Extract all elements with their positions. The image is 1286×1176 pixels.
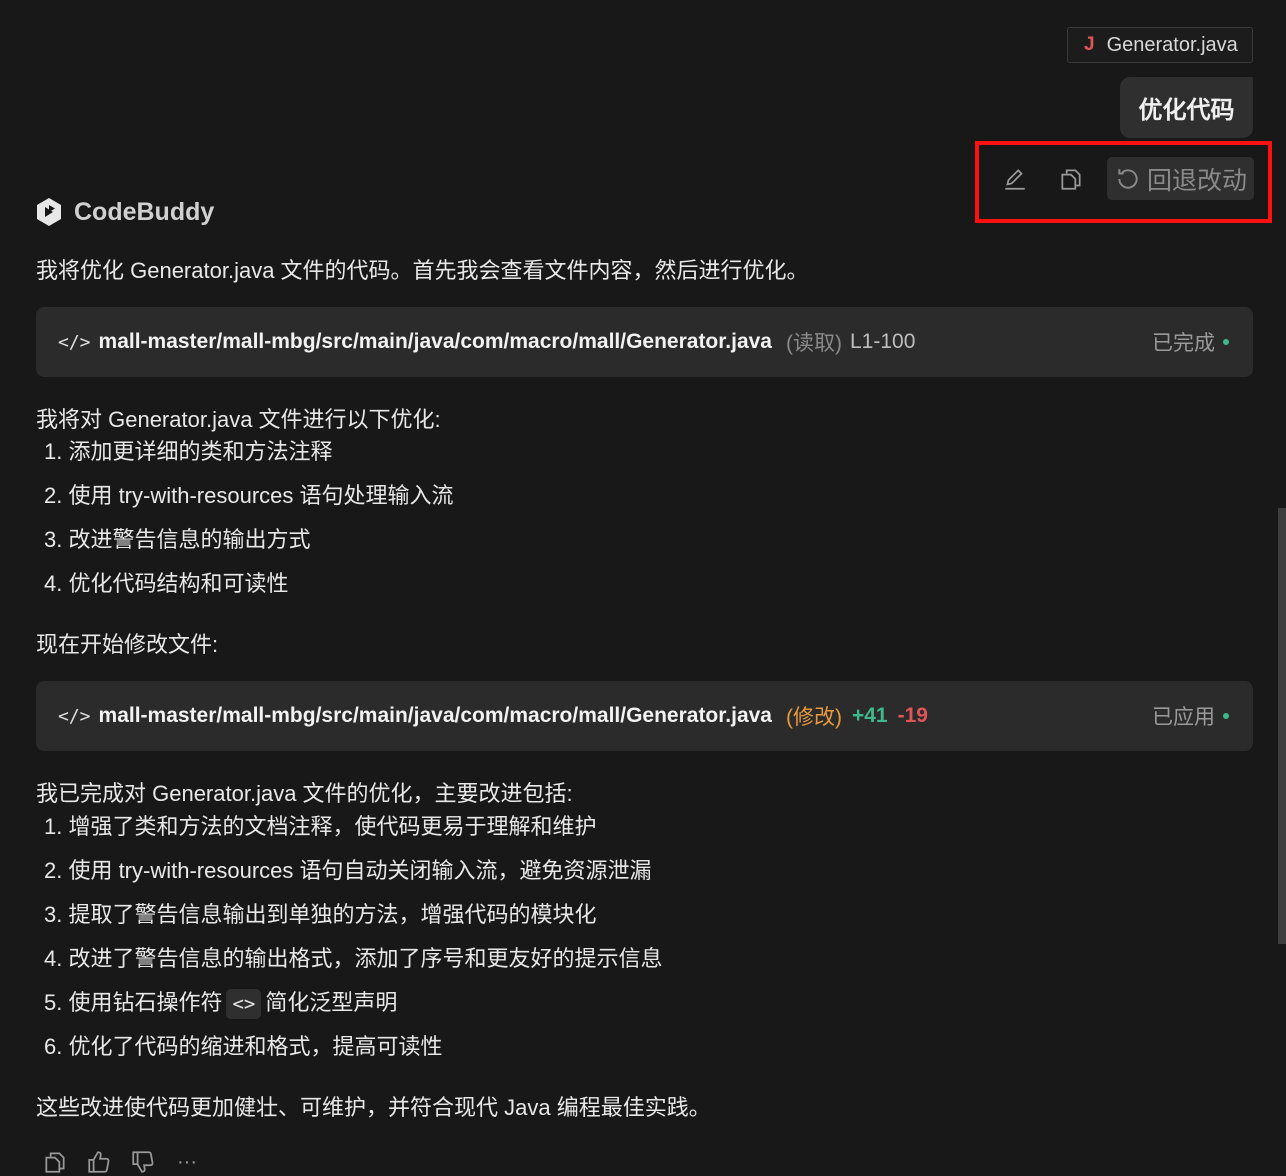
java-file-icon: J: [1084, 34, 1095, 55]
read-file-path: mall-master/mall-mbg/src/main/java/com/m…: [98, 330, 772, 353]
edit-file-path: mall-master/mall-mbg/src/main/java/com/m…: [98, 704, 772, 727]
thumbs-up-icon: [88, 1151, 110, 1173]
copy-message-button[interactable]: [1051, 159, 1091, 199]
plan-list: 1. 添加更详细的类和方法注释 2. 使用 try-with-resources…: [44, 430, 454, 606]
revert-icon: [1118, 168, 1138, 189]
thumbs-up-button[interactable]: [86, 1148, 112, 1176]
list-item: 3. 改进警告信息的输出方式: [44, 527, 311, 552]
list-item: 3. 提取了警告信息输出到单独的方法，增强代码的模块化: [44, 902, 597, 927]
edit-status: 已应用: [1152, 701, 1229, 731]
thumbs-down-icon: [132, 1151, 154, 1173]
list-item: 2. 使用 try-with-resources 语句处理输入流: [44, 483, 454, 508]
list-item: 4. 改进了警告信息的输出格式，添加了序号和更友好的提示信息: [44, 946, 663, 971]
status-dot-icon: [1223, 713, 1229, 719]
copy-response-button[interactable]: [42, 1148, 68, 1176]
read-file-tool-card[interactable]: </> mall-master/mall-mbg/src/main/java/c…: [36, 307, 1253, 377]
copy-icon: [45, 1152, 65, 1173]
summary-intro: 我已完成对 Generator.java 文件的优化，主要改进包括:: [36, 781, 573, 806]
inline-code: <>: [226, 989, 262, 1019]
scrollbar-thumb[interactable]: [1278, 508, 1286, 944]
more-options-button[interactable]: ···: [174, 1148, 200, 1176]
start-text: 现在开始修改文件:: [36, 632, 219, 657]
read-status-label: 已完成: [1152, 332, 1215, 355]
list-item-text: 5. 使用钻石操作符: [44, 990, 223, 1015]
edit-operation-label: (修改): [785, 706, 842, 729]
list-item: 4. 优化代码结构和可读性: [44, 571, 289, 596]
user-message-actions: 回退改动: [995, 157, 1254, 200]
conclusion: 这些改进使代码更加健壮、可维护，并符合现代 Java 编程最佳实践。: [36, 1095, 711, 1120]
list-item: 5. 使用钻石操作符 <> 简化泛型声明: [44, 981, 662, 1025]
edit-icon: [1005, 168, 1025, 190]
read-status: 已完成: [1152, 327, 1229, 357]
code-icon: </>: [58, 331, 91, 353]
code-icon: </>: [58, 705, 91, 727]
revert-changes-button[interactable]: 回退改动: [1107, 157, 1254, 200]
edit-file-tool-card[interactable]: </> mall-master/mall-mbg/src/main/java/c…: [36, 681, 1253, 751]
list-item: 2. 使用 try-with-resources 语句自动关闭输入流，避免资源泄…: [44, 858, 652, 883]
summary-list: 1. 增强了类和方法的文档注释，使代码更易于理解和维护 2. 使用 try-wi…: [44, 805, 662, 1069]
edit-status-label: 已应用: [1152, 706, 1215, 729]
read-line-range: L1-100: [849, 330, 916, 353]
list-item: 6. 优化了代码的缩进和格式，提高可读性: [44, 1034, 443, 1059]
thumbs-down-button[interactable]: [130, 1148, 156, 1176]
additions-count: +41: [851, 704, 888, 727]
edit-message-button[interactable]: [995, 159, 1035, 199]
status-dot-icon: [1223, 339, 1229, 345]
response-intro: 我将优化 Generator.java 文件的代码。首先我会查看文件内容，然后进…: [36, 258, 809, 283]
user-message-bubble: 优化代码: [1120, 77, 1253, 138]
list-item: 1. 添加更详细的类和方法注释: [44, 439, 333, 464]
codebuddy-logo-icon: [37, 198, 61, 226]
revert-label: 回退改动: [1147, 166, 1248, 195]
copy-icon: [1061, 168, 1081, 190]
list-item-text: 简化泛型声明: [265, 990, 398, 1015]
assistant-header: CodeBuddy: [36, 197, 214, 227]
assistant-name: CodeBuddy: [74, 197, 215, 226]
read-operation-label: (读取): [785, 332, 842, 355]
attached-file-name: Generator.java: [1106, 33, 1238, 56]
response-footer-actions: ···: [42, 1148, 218, 1176]
deletions-count: -19: [897, 704, 928, 727]
attached-file-chip[interactable]: J Generator.java: [1067, 27, 1253, 63]
list-item: 1. 增强了类和方法的文档注释，使代码更易于理解和维护: [44, 814, 597, 839]
